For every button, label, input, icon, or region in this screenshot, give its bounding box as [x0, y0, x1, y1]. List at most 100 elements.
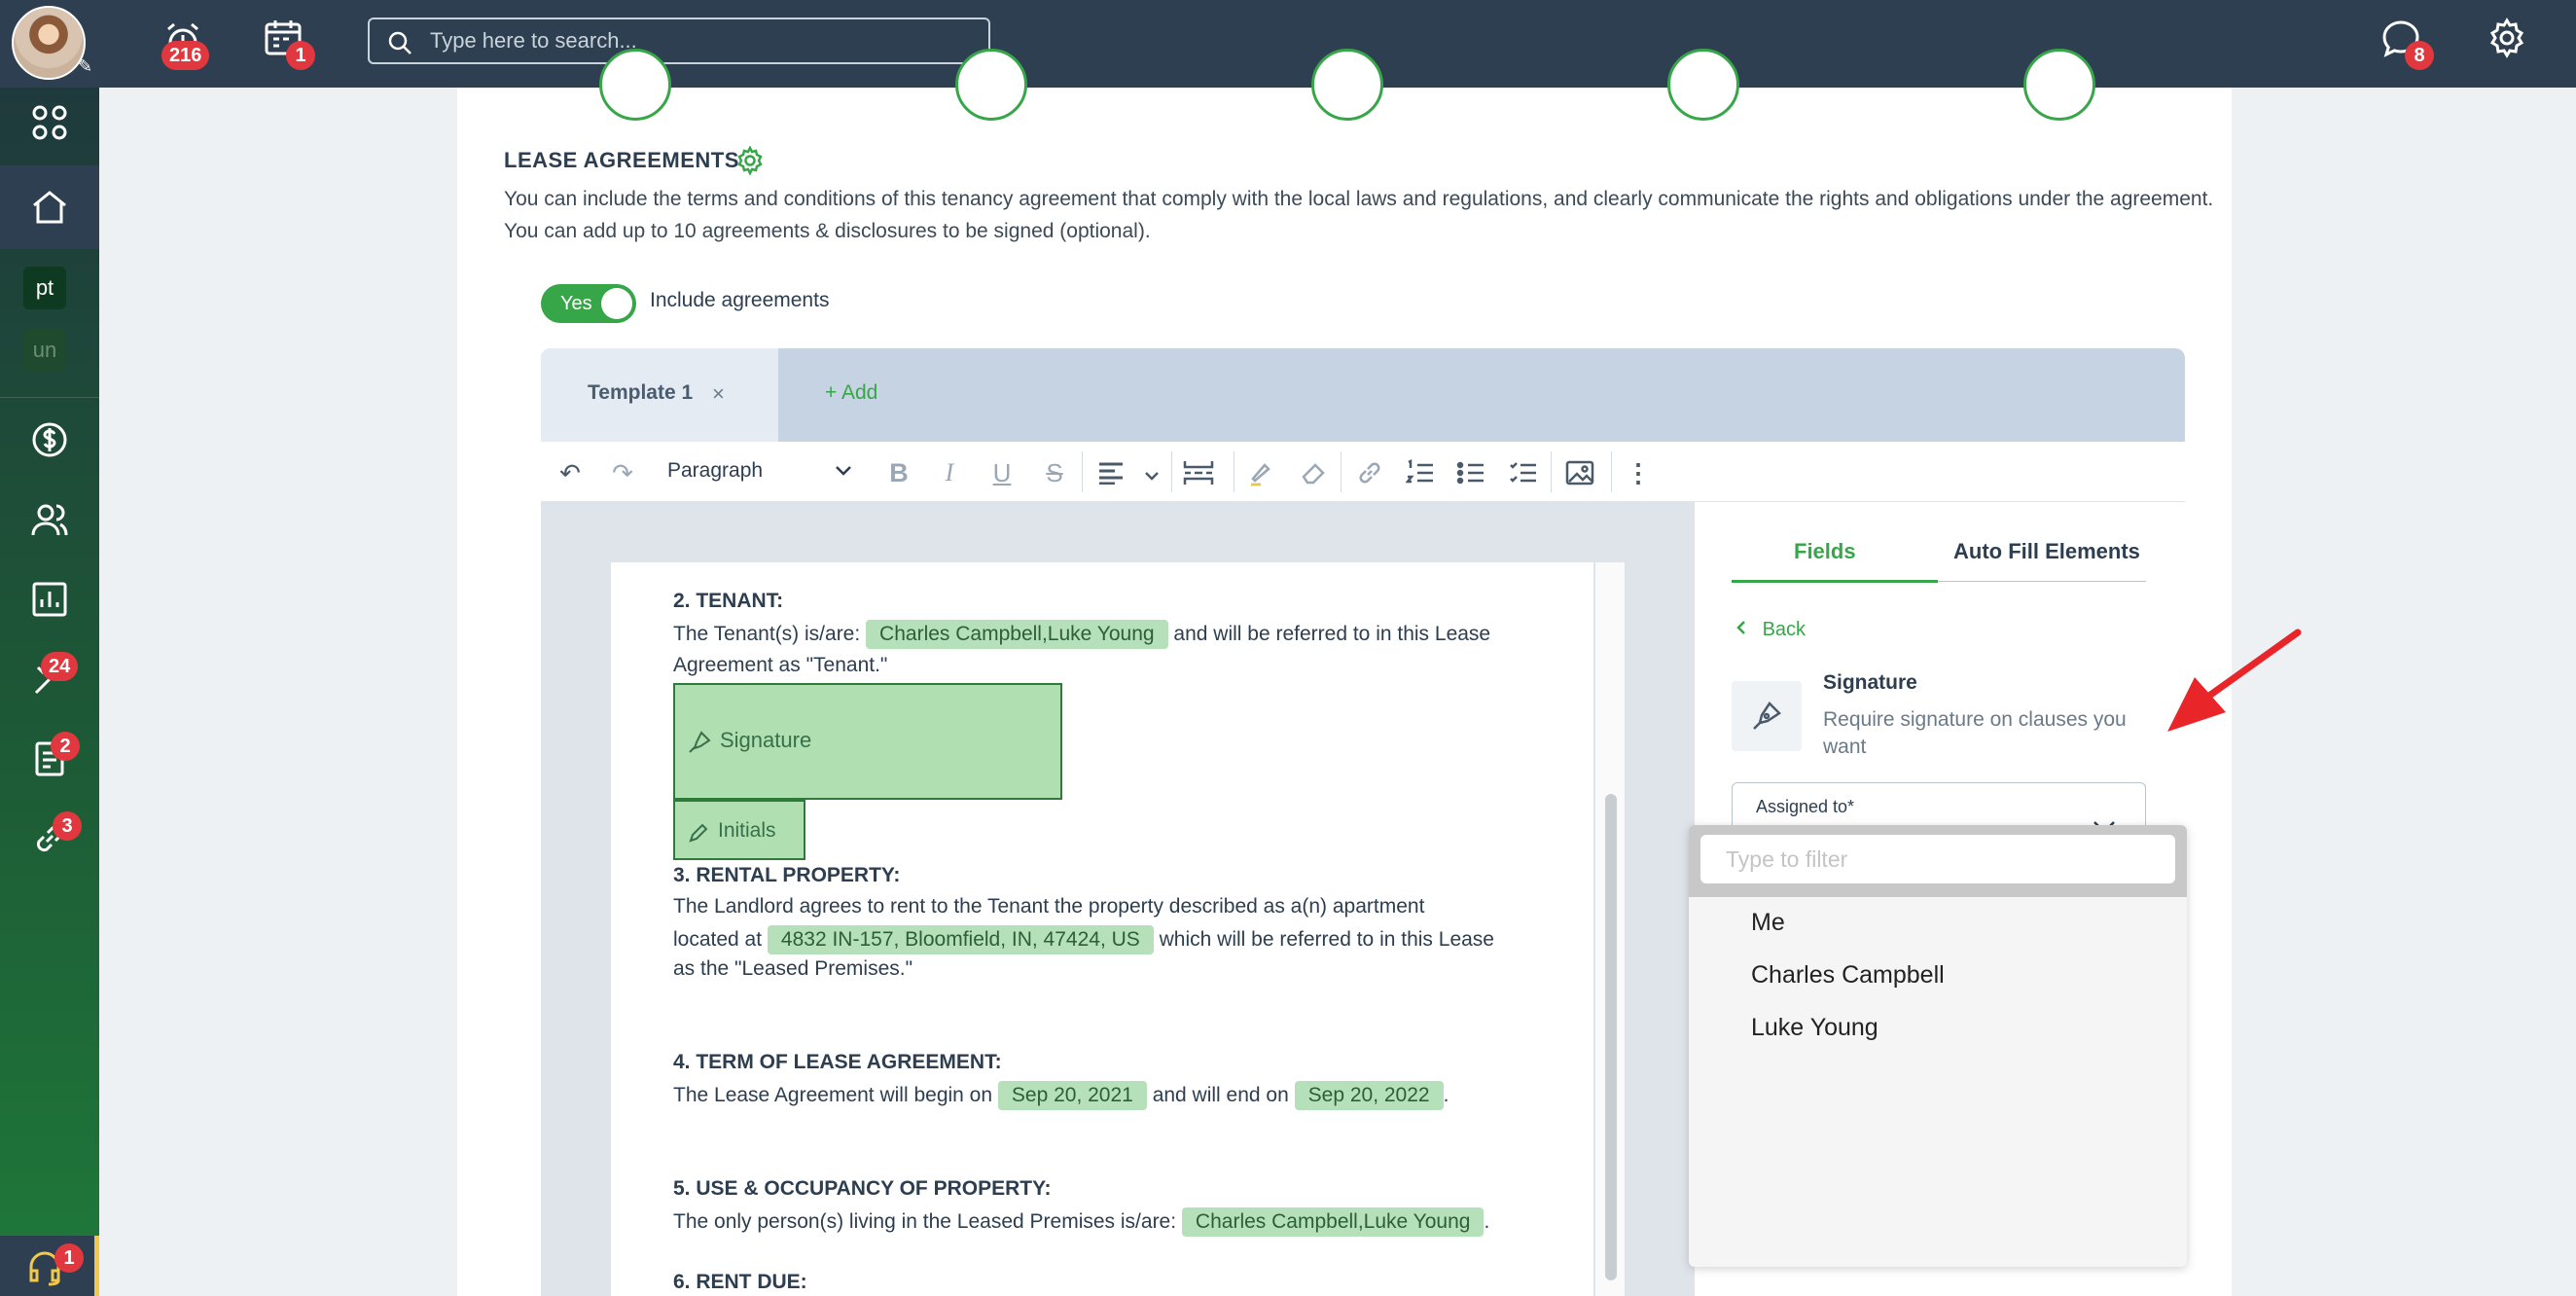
sidebar-item-un[interactable]: un — [23, 329, 66, 372]
more-options-icon[interactable]: ⋮ — [1623, 457, 1654, 488]
toggle-knob — [601, 288, 632, 319]
docs-badge: 2 — [51, 732, 80, 761]
property-text: which will be referred to in this Lease — [1159, 928, 1494, 951]
page-break-icon[interactable] — [1183, 457, 1214, 488]
links-badge: 3 — [53, 811, 82, 841]
close-icon[interactable]: × — [712, 381, 725, 407]
apps-grid-icon — [32, 105, 67, 140]
step-circle[interactable] — [955, 49, 1027, 121]
numbered-list-icon[interactable] — [1405, 457, 1436, 488]
image-icon[interactable] — [1564, 457, 1595, 488]
toolbar-divider — [1611, 451, 1612, 492]
tab-underline — [1938, 581, 2146, 582]
chevron-left-icon — [1736, 621, 1745, 634]
back-link[interactable]: Back — [1735, 619, 1806, 641]
option-charles-campbell[interactable]: Charles Campbell — [1751, 961, 1945, 990]
scrollbar-thumb[interactable] — [1605, 794, 1617, 1280]
toolbar-divider — [1551, 451, 1552, 492]
include-agreements-label: Include agreements — [650, 289, 830, 311]
term-line: The Lease Agreement will begin on Sep 20… — [673, 1080, 1449, 1111]
end-date-chip[interactable]: Sep 20, 2022 — [1294, 1081, 1444, 1110]
sidebar-item-home[interactable] — [0, 165, 99, 249]
chart-icon — [32, 582, 67, 617]
step-circle[interactable] — [1311, 49, 1383, 121]
sidebar-item-people[interactable] — [0, 485, 99, 555]
settings-gear-icon[interactable] — [735, 146, 765, 175]
home-icon — [33, 191, 66, 224]
search-input[interactable] — [430, 27, 975, 54]
strikethrough-icon[interactable]: S — [1039, 457, 1070, 488]
tab-fields[interactable]: Fields — [1794, 539, 1856, 564]
support-badge: 1 — [54, 1243, 84, 1273]
pin-icon: ✎ — [78, 56, 93, 76]
sidebar: pt un 24 2 3 1 — [0, 88, 99, 1296]
redo-icon[interactable]: ↷ — [607, 457, 638, 488]
top-bar: ✎ 216 1 8 — [0, 0, 2576, 88]
occupants-chip[interactable]: Charles Campbell,Luke Young — [1181, 1207, 1485, 1237]
signature-field-title: Signature — [1823, 671, 1917, 694]
include-agreements-toggle[interactable]: Yes — [541, 284, 636, 323]
address-chip[interactable]: 4832 IN-157, Bloomfield, IN, 47424, US — [767, 925, 1154, 954]
tenant-line-2: Agreement as "Tenant." — [673, 654, 888, 676]
sidebar-item-reports[interactable] — [0, 564, 99, 634]
start-date-chip[interactable]: Sep 20, 2021 — [997, 1081, 1147, 1110]
paragraph-select[interactable]: Paragraph — [667, 459, 763, 483]
section-title: LEASE AGREEMENTS — [504, 148, 739, 172]
step-circle[interactable] — [599, 49, 671, 121]
align-icon[interactable] — [1095, 457, 1127, 488]
initials-field[interactable]: Initials — [673, 800, 805, 860]
tab-template-1[interactable]: Template 1 × — [541, 348, 778, 442]
initials-field-label: Initials — [718, 819, 776, 842]
calendar-badge: 1 — [286, 41, 315, 70]
step-circle[interactable] — [1667, 49, 1739, 121]
term-text: and will end on — [1152, 1084, 1289, 1106]
search-bar[interactable] — [368, 18, 990, 64]
link-insert-icon[interactable] — [1354, 457, 1385, 488]
highlighter-icon[interactable] — [1245, 457, 1276, 488]
tab-auto-fill[interactable]: Auto Fill Elements — [1953, 539, 2140, 564]
user-avatar[interactable] — [12, 6, 86, 80]
occupancy-text: . — [1484, 1210, 1490, 1233]
term-text: . — [1443, 1084, 1449, 1106]
sidebar-item-links[interactable] — [0, 804, 99, 874]
chat-badge: 8 — [2405, 41, 2434, 70]
sidebar-item-accounting[interactable] — [0, 405, 99, 475]
assignee-dropdown: Me Charles Campbell Luke Young — [1689, 825, 2187, 1267]
option-me[interactable]: Me — [1751, 909, 1785, 937]
bullet-list-icon[interactable] — [1455, 457, 1486, 488]
underline-icon[interactable]: U — [986, 457, 1018, 488]
align-chevron-icon[interactable] — [1144, 471, 1160, 481]
occupancy-text: The only person(s) living in the Leased … — [673, 1210, 1177, 1233]
property-line-2: located at 4832 IN-157, Bloomfield, IN, … — [673, 924, 1494, 955]
property-line-1: The Landlord agrees to rent to the Tenan… — [673, 895, 1425, 918]
signature-field-description: Require signature on clauses you want — [1823, 708, 2127, 758]
sidebar-divider — [0, 397, 99, 398]
filter-input[interactable] — [1700, 835, 2175, 883]
tenant-text: The Tenant(s) is/are: — [673, 623, 861, 645]
section-heading-occupancy: 5. USE & OCCUPANCY OF PROPERTY: — [673, 1177, 1052, 1200]
active-tab-underline — [1732, 580, 1938, 583]
tab-label: Template 1 — [588, 381, 694, 404]
gear-icon[interactable] — [2487, 18, 2533, 64]
sidebar-item-apps[interactable] — [0, 88, 99, 158]
property-line-3: as the "Leased Premises." — [673, 957, 913, 980]
checklist-icon[interactable] — [1508, 457, 1539, 488]
undo-icon[interactable]: ↶ — [555, 457, 586, 488]
step-circle[interactable] — [2023, 49, 2095, 121]
sidebar-item-support[interactable]: 1 — [0, 1236, 99, 1296]
chevron-down-icon[interactable] — [835, 465, 852, 477]
sidebar-item-documents[interactable] — [0, 724, 99, 794]
tenant-chip[interactable]: Charles Campbell,Luke Young — [866, 620, 1168, 649]
red-arrow-annotation — [2167, 629, 2302, 732]
bold-icon[interactable]: B — [883, 457, 914, 488]
signature-field[interactable]: Signature — [673, 683, 1062, 800]
signature-field-icon-box — [1732, 681, 1802, 751]
occupancy-line: The only person(s) living in the Leased … — [673, 1206, 1489, 1238]
eraser-icon[interactable] — [1298, 457, 1329, 488]
option-luke-young[interactable]: Luke Young — [1751, 1014, 1878, 1042]
italic-icon[interactable]: I — [934, 457, 965, 488]
add-template-button[interactable]: + Add — [825, 381, 877, 405]
tools-badge: 24 — [41, 652, 79, 681]
section-description: You can include the terms and conditions… — [504, 188, 2214, 242]
sidebar-item-pt[interactable]: pt — [23, 267, 66, 309]
